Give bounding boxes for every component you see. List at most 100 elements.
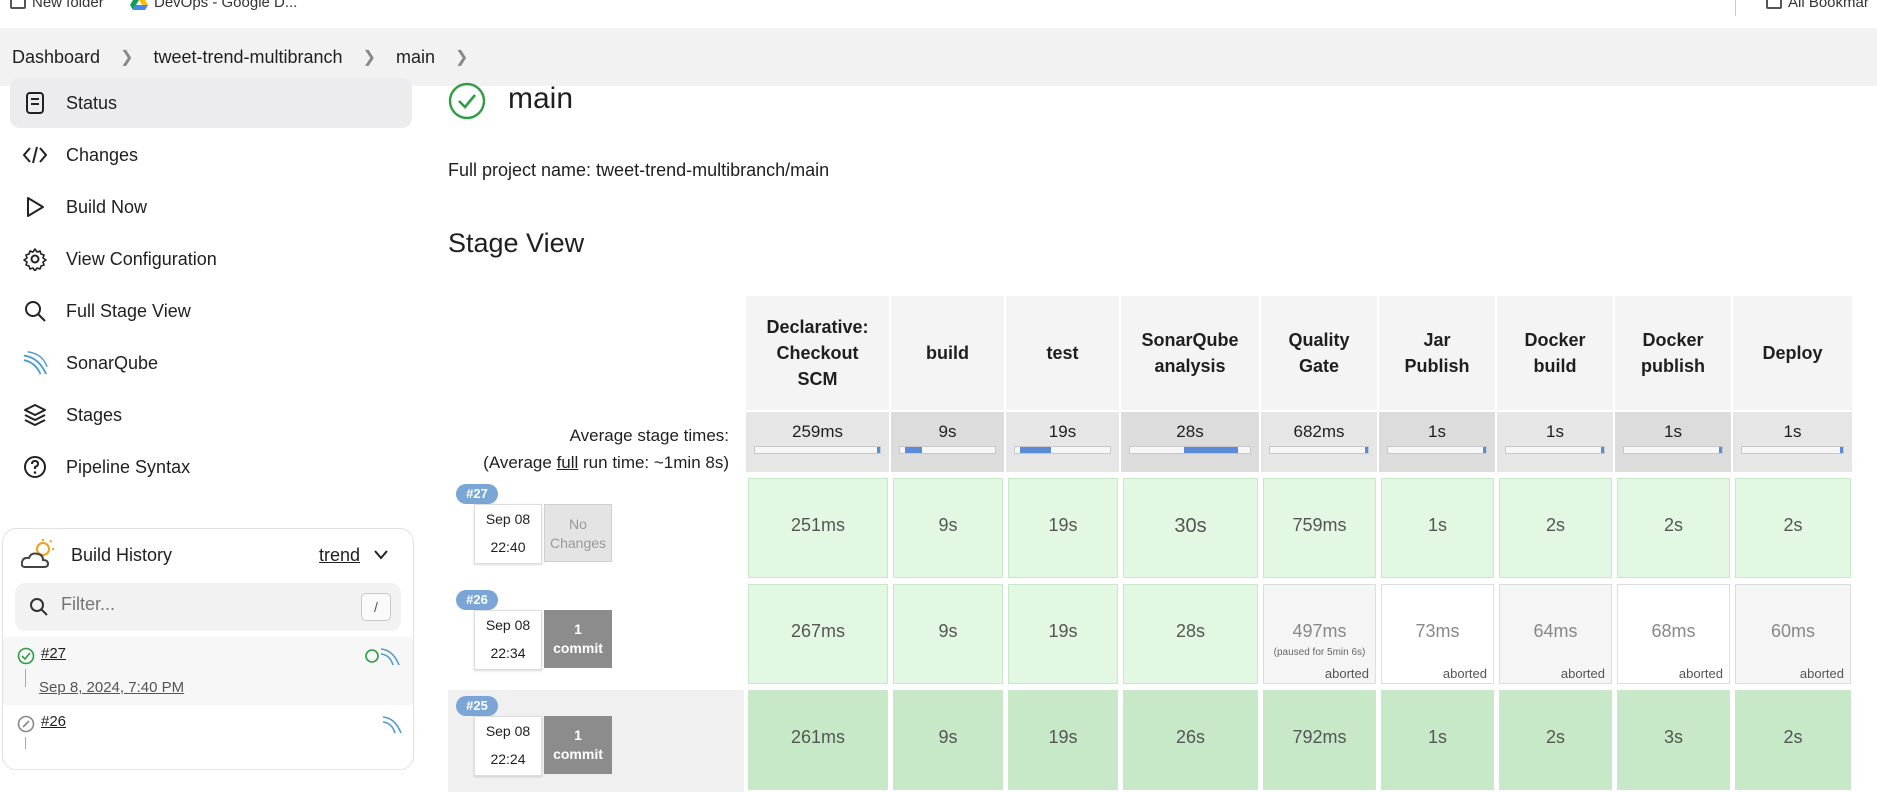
stage-duration: 267ms <box>790 621 846 641</box>
build-row[interactable]: #27 Sep 8, 2024, 7:40 PM <box>3 637 413 705</box>
build-date[interactable]: Sep 8, 2024, 7:40 PM <box>39 679 184 696</box>
stage-cell[interactable]: 267ms <box>748 584 888 684</box>
breadcrumb-project[interactable]: tweet-trend-multibranch <box>153 47 342 68</box>
stage-duration: 28s <box>1175 621 1206 641</box>
stage-cell[interactable]: 251ms <box>748 478 888 578</box>
stage-cell[interactable]: 2s <box>1735 478 1851 578</box>
average-bar <box>1014 446 1111 454</box>
changes-box[interactable]: 1 commit <box>544 716 612 774</box>
chevron-right-icon: ❯ <box>120 49 134 66</box>
stage-cell[interactable]: 1s <box>1381 690 1494 790</box>
help-icon <box>22 454 48 480</box>
stage-cell[interactable]: 2s <box>1617 478 1730 578</box>
stage-cell[interactable]: 2s <box>1499 478 1612 578</box>
average-bar-fill <box>1365 447 1368 453</box>
run-row[interactable]: #26 Sep 08 22:34 1 commit <box>448 584 744 686</box>
stage-cell[interactable]: 2s <box>1499 690 1612 790</box>
filter-shortcut: / <box>361 593 391 621</box>
stage-cell[interactable]: 1s <box>1381 478 1494 578</box>
changes-count: 1 <box>574 727 582 743</box>
run-row[interactable]: #27 Sep 08 22:40 No Changes <box>448 478 744 580</box>
stage-cell[interactable]: 9s <box>893 584 1003 684</box>
stage-cell[interactable]: 497ms (paused for 5min 6s) aborted <box>1263 584 1376 684</box>
breadcrumb-branch[interactable]: main <box>396 47 435 68</box>
stage-cell[interactable]: 19s <box>1008 478 1118 578</box>
timeline-line <box>25 737 26 749</box>
stage-duration: 2s <box>1545 515 1565 535</box>
stage-cell[interactable]: 68ms aborted <box>1617 584 1730 684</box>
stage-cell[interactable]: 9s <box>893 478 1003 578</box>
full-run-link[interactable]: full <box>557 453 579 472</box>
stage-cell[interactable]: 9s <box>893 690 1003 790</box>
build-number-badge[interactable]: #25 <box>456 696 498 716</box>
stage-cell[interactable]: 73ms aborted <box>1381 584 1494 684</box>
sidebar-item-view-configuration[interactable]: View Configuration <box>10 234 412 284</box>
sidebar-item-status[interactable]: Status <box>10 78 412 128</box>
build-row[interactable]: #26 <box>3 707 413 749</box>
build-link[interactable]: #26 <box>41 713 66 730</box>
weather-cloudy-icon <box>21 539 54 568</box>
sidebar-item-build-now[interactable]: Build Now <box>10 182 412 232</box>
search-icon <box>22 298 48 324</box>
folder-icon <box>1766 0 1782 9</box>
filter-input[interactable] <box>59 593 353 616</box>
stage-duration: 26s <box>1175 727 1206 747</box>
stage-duration: 64ms <box>1533 621 1578 641</box>
sonarqube-icon[interactable] <box>363 645 401 667</box>
build-history-panel: Build History trend / #27 Sep 8, 2024, 7… <box>2 528 414 770</box>
build-number-badge[interactable]: #27 <box>456 484 498 504</box>
average-bar-fill <box>904 447 922 453</box>
stage-duration: 30s <box>1174 515 1207 537</box>
build-number-badge[interactable]: #26 <box>456 590 498 610</box>
stage-duration: 60ms <box>1770 621 1815 641</box>
sidebar-item-label: Stages <box>66 404 123 425</box>
stage-cell[interactable]: 60ms aborted <box>1735 584 1851 684</box>
sidebar-item-label: Build Now <box>66 196 148 217</box>
bookmark-devops[interactable]: DevOps - Google D... <box>130 0 297 11</box>
stage-cell[interactable]: 261ms <box>748 690 888 790</box>
average-stage-time: 1s <box>1497 412 1614 472</box>
run-row[interactable]: #25 Sep 08 22:24 1 commit <box>448 690 744 792</box>
stage-view-heading: Stage View <box>448 228 585 258</box>
average-stage-time: 259ms <box>746 412 890 472</box>
bookmark-new-folder[interactable]: New folder <box>10 0 104 11</box>
sidebar-item-stages[interactable]: Stages <box>10 390 412 440</box>
code-icon <box>22 142 48 168</box>
stage-cell[interactable]: 26s <box>1123 690 1258 790</box>
build-history-title: Build History <box>71 545 173 565</box>
average-bar <box>754 446 881 454</box>
sidebar-item-full-stage-view[interactable]: Full Stage View <box>10 286 412 336</box>
build-link[interactable]: #27 <box>41 645 66 662</box>
average-bar-fill <box>1019 447 1052 453</box>
stage-cell[interactable]: 30s <box>1123 478 1258 578</box>
average-bar <box>1387 446 1487 454</box>
breadcrumb-dashboard[interactable]: Dashboard <box>12 47 100 68</box>
run-date-day: Sep 08 <box>485 511 531 527</box>
build-filter[interactable]: / <box>15 583 401 631</box>
sidebar-item-pipeline-syntax[interactable]: Pipeline Syntax <box>10 442 412 492</box>
stage-cell[interactable]: 28s <box>1123 584 1258 684</box>
average-bar <box>1505 446 1605 454</box>
stage-cell[interactable]: 19s <box>1008 690 1118 790</box>
all-bookmarks[interactable]: All Bookmar <box>1766 0 1869 11</box>
sidebar-item-label: Changes <box>66 144 139 165</box>
stage-cell[interactable]: 2s <box>1735 690 1851 790</box>
trend-link[interactable]: trend <box>319 545 360 566</box>
chevron-right-icon[interactable]: ❯ <box>455 47 468 67</box>
chevron-right-icon: ❯ <box>362 49 376 66</box>
sidebar-item-changes[interactable]: Changes <box>10 130 412 180</box>
changes-label: commit <box>553 746 603 762</box>
timeline-line <box>25 669 26 687</box>
changes-box[interactable]: 1 commit <box>544 610 612 668</box>
stage-cell[interactable]: 759ms <box>1263 478 1376 578</box>
average-stage-time: 682ms <box>1261 412 1378 472</box>
sonarqube-icon[interactable] <box>381 713 403 735</box>
stage-cell[interactable]: 3s <box>1617 690 1730 790</box>
stage-cell[interactable]: 792ms <box>1263 690 1376 790</box>
stage-cell[interactable]: 64ms aborted <box>1499 584 1612 684</box>
chevron-down-icon[interactable] <box>373 549 389 561</box>
sidebar-item-sonarqube[interactable]: SonarQube <box>10 338 412 388</box>
stage-cell[interactable]: 19s <box>1008 584 1118 684</box>
sidebar-item-label: Full Stage View <box>66 300 191 321</box>
search-icon <box>30 598 48 616</box>
